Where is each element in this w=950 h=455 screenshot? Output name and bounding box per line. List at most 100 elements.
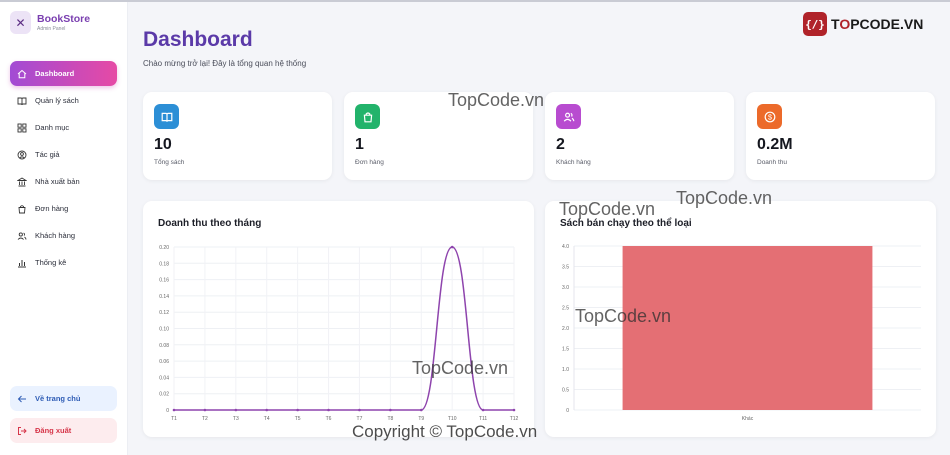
sidebar-item-books[interactable]: Quản lý sách	[10, 88, 117, 113]
brand-title: BookStore	[37, 12, 91, 25]
y-tick-label: 0	[566, 408, 569, 414]
logout-icon	[17, 426, 27, 436]
y-tick-label: 0.14	[159, 294, 169, 300]
x-tick-label: T2	[202, 416, 208, 422]
logout-button[interactable]: Đăng xuất	[10, 418, 117, 443]
close-icon[interactable]: ✕	[10, 11, 31, 34]
y-tick-label: 3.0	[562, 285, 569, 291]
stat-card-books: 10 Tổng sách	[143, 92, 332, 180]
y-tick-label: 0.10	[159, 327, 169, 333]
sidebar-item-label: Quản lý sách	[35, 96, 79, 105]
y-tick-label: 3.5	[562, 265, 569, 271]
data-point	[296, 408, 299, 412]
y-tick-label: 4.0	[562, 244, 569, 250]
svg-text:$: $	[768, 112, 772, 121]
x-tick-label: T4	[264, 416, 270, 422]
data-point	[203, 408, 207, 412]
sidebar: ✕ BookStore Admin Panel Dashboard Quản l…	[0, 2, 128, 455]
bag-icon	[17, 204, 27, 214]
stat-value: 0.2M	[757, 136, 793, 153]
stat-card-customers: 2 Khách hàng	[545, 92, 734, 180]
sidebar-item-customers[interactable]: Khách hàng	[10, 223, 117, 248]
topcode-logo: {/} TOPCODE.VN	[803, 12, 923, 36]
logo-text: TOPCODE.VN	[831, 16, 924, 32]
sidebar-item-label: Khách hàng	[35, 231, 76, 240]
building-icon	[17, 176, 27, 187]
book-icon	[17, 96, 27, 106]
sidebar-item-categories[interactable]: Danh mục	[10, 115, 117, 140]
data-point	[481, 408, 485, 412]
data-point	[512, 408, 516, 412]
y-tick-label: 0.08	[159, 343, 169, 349]
data-point	[327, 408, 330, 412]
sidebar-item-label: Đơn hàng	[35, 204, 69, 213]
y-tick-label: 0.04	[159, 375, 169, 381]
data-point	[389, 408, 392, 412]
data-point	[358, 408, 361, 412]
data-point	[265, 408, 269, 412]
stat-value: 2	[556, 136, 565, 153]
page-title: Dashboard	[143, 28, 253, 51]
x-tick-label: T1	[171, 416, 177, 422]
category-bar-chart: 0 0.5 1.0 1.5 2.0 2.5 3.0 3.5 4.0 Khác	[562, 244, 921, 422]
stat-label: Khách hàng	[556, 159, 591, 166]
sidebar-item-authors[interactable]: Tác giả	[10, 142, 117, 167]
data-point	[234, 408, 238, 412]
stat-label: Đơn hàng	[355, 159, 384, 166]
y-tick-label: 0.02	[159, 392, 169, 398]
y-tick-label: 0.20	[159, 245, 169, 251]
x-tick-label: T5	[295, 416, 301, 422]
copyright-watermark: Copyright © TopCode.vn	[352, 422, 538, 441]
category-chart-panel: Sách bán chạy theo thể loại 0 0.5 1.0 1.5 2.…	[545, 201, 936, 437]
data-point	[172, 408, 176, 412]
code-icon: {/}	[803, 12, 827, 36]
stat-card-orders: 1 Đơn hàng	[344, 92, 533, 180]
sidebar-item-dashboard[interactable]: Dashboard	[10, 61, 117, 86]
brand-subtitle: Admin Panel	[37, 25, 66, 32]
sidebar-item-label: Tác giả	[35, 150, 60, 159]
sidebar-item-statistics[interactable]: Thống kê	[10, 250, 117, 275]
arrow-left-icon	[17, 394, 27, 404]
y-tick-label: 0.06	[159, 359, 169, 365]
users-icon	[17, 231, 27, 241]
y-tick-label: 2.0	[562, 326, 569, 332]
stat-label: Doanh thu	[757, 159, 787, 166]
sidebar-item-publishers[interactable]: Nhà xuất bản	[10, 169, 117, 194]
home-icon	[17, 69, 27, 79]
y-tick-label: 0.18	[159, 261, 169, 267]
x-tick-label: T6	[326, 416, 332, 422]
sidebar-item-label: Thống kê	[35, 258, 67, 267]
y-tick-label: 1.5	[562, 347, 569, 353]
x-tick-label: T3	[233, 416, 239, 422]
x-tick-label: Khác	[742, 416, 754, 422]
user-circle-icon	[17, 150, 27, 160]
revenue-chart-panel: Doanh thu theo tháng 0 0.02 0.04 0.06 0.08 0.…	[143, 201, 534, 437]
data-point	[450, 245, 454, 249]
sidebar-item-label: Nhà xuất bản	[35, 177, 80, 186]
sidebar-item-label: Dashboard	[35, 69, 75, 78]
bar	[622, 246, 873, 410]
bag-icon	[355, 104, 380, 129]
y-tick-label: 0.12	[159, 310, 169, 316]
revenue-line-chart: 0 0.02 0.04 0.06 0.08 0.10 0.12 0.14 0.16 0.18 0.2…	[159, 245, 518, 422]
dollar-icon: $	[757, 104, 782, 129]
bar-chart-icon	[17, 258, 27, 268]
sidebar-item-orders[interactable]: Đơn hàng	[10, 196, 117, 221]
page-subtitle: Chào mừng trở lại! Đây là tổng quan hệ t…	[143, 59, 307, 68]
data-point	[419, 408, 423, 412]
back-home-label: Về trang chủ	[35, 394, 81, 403]
back-home-button[interactable]: Về trang chủ	[10, 386, 117, 411]
y-tick-label: 0.16	[159, 278, 169, 284]
y-tick-label: 0.5	[562, 388, 569, 394]
y-tick-label: 2.5	[562, 306, 569, 312]
top-border	[0, 0, 950, 2]
brand: ✕ BookStore Admin Panel	[10, 11, 90, 34]
stat-value: 1	[355, 136, 364, 153]
stat-value: 10	[154, 136, 172, 153]
sidebar-item-label: Danh mục	[35, 123, 70, 132]
stat-label: Tổng sách	[154, 159, 185, 166]
logout-label: Đăng xuất	[35, 426, 72, 435]
users-icon	[556, 104, 581, 129]
stat-card-revenue: $ 0.2M Doanh thu	[746, 92, 935, 180]
book-icon	[154, 104, 179, 129]
